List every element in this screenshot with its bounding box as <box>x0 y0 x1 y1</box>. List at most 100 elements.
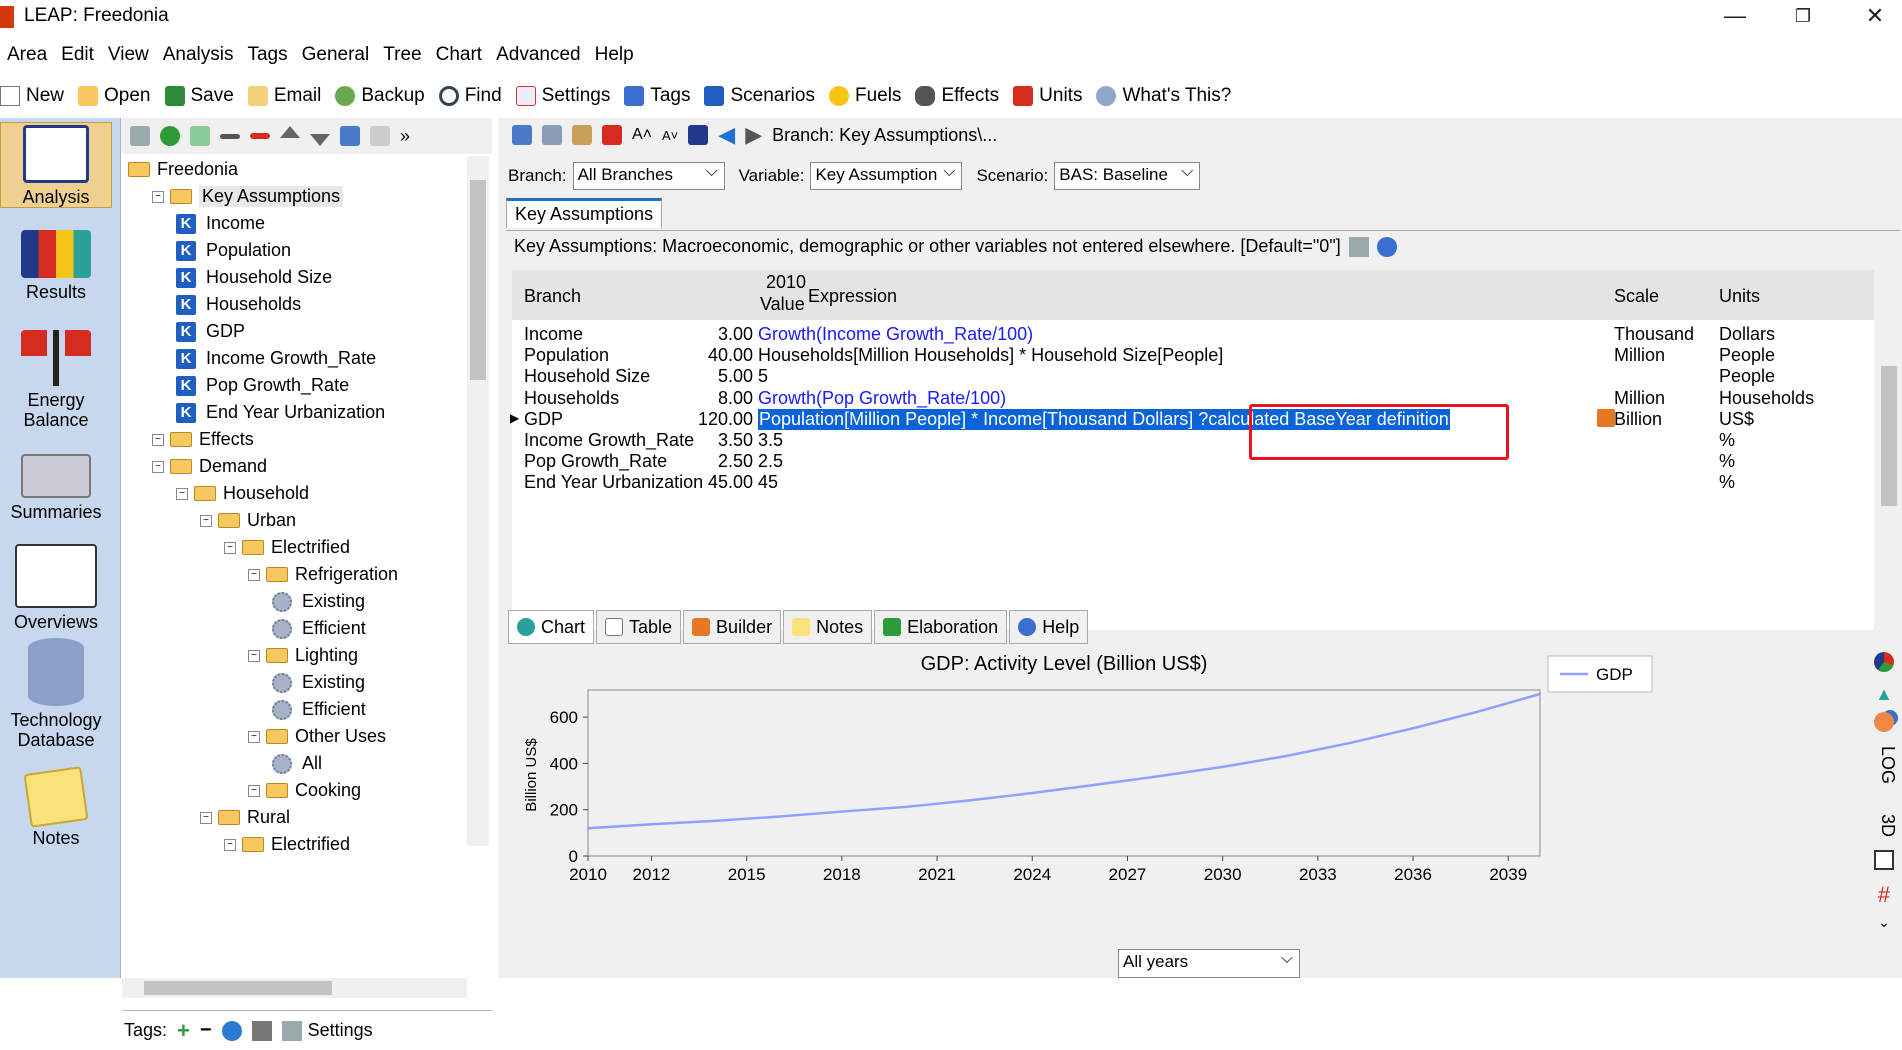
menu-help[interactable]: Help <box>588 40 641 70</box>
close-button[interactable]: ✕ <box>1852 2 1898 30</box>
tree-node[interactable]: K GDP <box>176 318 245 345</box>
tree-node[interactable]: Existing <box>272 588 365 615</box>
sidebar-item-technology-database[interactable]: Technology Database <box>0 638 112 750</box>
font-smaller-icon[interactable]: A˅ <box>662 128 678 143</box>
whats-this-button[interactable]: What's This? <box>1096 85 1231 107</box>
find-button[interactable]: Find <box>438 85 502 107</box>
back-arrow-icon[interactable]: ◀ <box>718 122 735 148</box>
add-tag-icon[interactable]: + <box>177 1018 190 1044</box>
menu-advanced[interactable]: Advanced <box>489 40 588 70</box>
add-multiple-icon[interactable] <box>190 126 210 146</box>
col-scale[interactable]: Scale <box>1614 286 1659 307</box>
paste-special-icon[interactable] <box>602 125 622 145</box>
new-button[interactable]: New <box>0 85 64 107</box>
chart-wizard-icon[interactable] <box>688 125 709 145</box>
grid-toggle-icon[interactable]: # <box>1870 882 1898 908</box>
collapse-toggle-icon[interactable]: − <box>176 487 188 500</box>
more-tools-icon[interactable]: ⌄ <box>1870 914 1898 931</box>
font-larger-icon[interactable]: A˄ <box>632 126 652 144</box>
tree-node[interactable]: − Urban <box>200 507 296 534</box>
grid-cell-expression[interactable]: Growth(Pop Growth_Rate/100) <box>758 388 1006 409</box>
grid-cell-expression[interactable]: 3.5 <box>758 430 783 451</box>
tree-vertical-scrollbar[interactable] <box>467 156 489 846</box>
help-icon[interactable] <box>1376 236 1397 257</box>
email-button[interactable]: Email <box>247 85 321 107</box>
year-range-select[interactable]: All years <box>1118 949 1300 978</box>
tree-node[interactable]: K Pop Growth_Rate <box>176 372 349 399</box>
minimize-button[interactable]: — <box>1712 2 1758 30</box>
branch-select[interactable]: All Branches <box>572 162 725 190</box>
menu-chart[interactable]: Chart <box>429 40 489 70</box>
collapse-toggle-icon[interactable]: − <box>200 514 212 527</box>
tag-colors-icon[interactable] <box>221 1020 242 1041</box>
grid-scroll-thumb[interactable] <box>1881 366 1897 506</box>
tab-key-assumptions[interactable]: Key Assumptions <box>506 198 663 228</box>
menu-view[interactable]: View <box>101 40 156 70</box>
grid-cell-expression[interactable]: Households[Million Households] * Househo… <box>758 345 1223 366</box>
effects-button[interactable]: Effects <box>915 85 999 107</box>
folder-icon[interactable] <box>370 126 390 146</box>
forward-arrow-icon[interactable]: ▶ <box>745 122 762 148</box>
variable-select[interactable]: Key Assumption <box>810 162 963 190</box>
tree-node[interactable]: K Income <box>176 210 265 237</box>
more-chevron-icon[interactable]: » <box>400 126 410 147</box>
menu-edit[interactable]: Edit <box>54 40 101 70</box>
grid-vertical-scrollbar[interactable] <box>1878 270 1900 580</box>
tags-button[interactable]: Tags <box>624 85 690 107</box>
tree-node[interactable]: K Households <box>176 291 301 318</box>
col-branch[interactable]: Branch <box>524 286 581 307</box>
tree-node[interactable]: Efficient <box>272 615 366 642</box>
tree-node[interactable]: − Electrified <box>224 534 350 561</box>
menu-tags[interactable]: Tags <box>240 40 294 70</box>
tree-node[interactable]: Existing <box>272 669 365 696</box>
collapse-toggle-icon[interactable]: − <box>248 649 260 662</box>
col-expression[interactable]: Expression <box>808 286 897 307</box>
legend-toggle-icon[interactable] <box>1870 850 1898 875</box>
sidebar-item-summaries[interactable]: Summaries <box>0 454 112 522</box>
tab-help[interactable]: Help <box>1009 610 1089 644</box>
grid-cell-expression[interactable]: 45 <box>758 472 778 493</box>
hscroll-thumb[interactable] <box>144 981 332 995</box>
scenarios-button[interactable]: Scenarios <box>704 85 815 107</box>
tab-table[interactable]: Table <box>596 610 682 644</box>
tree-node[interactable]: K Population <box>176 237 291 264</box>
menu-analysis[interactable]: Analysis <box>156 40 241 70</box>
collapse-toggle-icon[interactable]: − <box>224 541 236 554</box>
tree-node[interactable]: − Electrified <box>224 831 350 858</box>
tab-builder[interactable]: Builder <box>683 610 782 644</box>
tree-node[interactable]: − Key Assumptions <box>152 183 344 210</box>
tree-node[interactable]: K Household Size <box>176 264 332 291</box>
menu-general[interactable]: General <box>295 40 377 70</box>
sidebar-item-analysis[interactable]: Analysis <box>0 122 112 208</box>
tree-node[interactable]: − Household <box>176 480 309 507</box>
tree-node[interactable]: − Cooking <box>248 777 361 804</box>
collapse-toggle-icon[interactable]: − <box>152 433 164 446</box>
sidebar-item-energy-balance[interactable]: Energy Balance <box>0 330 112 430</box>
properties-icon[interactable] <box>130 126 150 146</box>
open-button[interactable]: Open <box>78 85 151 107</box>
save-button[interactable]: Save <box>164 85 234 107</box>
collapse-toggle-icon[interactable]: − <box>224 838 236 851</box>
delete-icon[interactable] <box>250 133 270 139</box>
tree-node[interactable]: K End Year Urbanization <box>176 399 385 426</box>
collapse-toggle-icon[interactable]: − <box>248 568 260 581</box>
paste-icon[interactable] <box>572 125 592 145</box>
collapse-toggle-icon[interactable]: − <box>248 730 260 743</box>
tree-horizontal-scrollbar[interactable] <box>122 978 467 998</box>
sidebar-item-results[interactable]: Results <box>0 230 112 302</box>
collapse-toggle-icon[interactable]: − <box>200 811 212 824</box>
tree-node[interactable]: − Demand <box>152 453 267 480</box>
collapse-toggle-icon[interactable]: − <box>248 784 260 797</box>
grid-cell-expression[interactable]: 2.5 <box>758 451 783 472</box>
tab-elaboration[interactable]: Elaboration <box>874 610 1008 644</box>
grid-cell-expression[interactable]: 5 <box>758 366 768 387</box>
bubble-chart-icon[interactable] <box>1870 712 1898 737</box>
backup-button[interactable]: Backup <box>335 85 425 107</box>
collapse-toggle-icon[interactable]: − <box>152 190 164 203</box>
tag-brush-icon[interactable] <box>251 1020 272 1041</box>
menu-area[interactable]: Area <box>0 40 54 70</box>
grid-row[interactable]: End Year Urbanization 45.00 45% <box>512 470 1874 495</box>
tree-node[interactable]: Freedonia <box>128 156 238 183</box>
move-down-icon[interactable] <box>310 134 330 146</box>
scroll-thumb[interactable] <box>470 180 486 380</box>
